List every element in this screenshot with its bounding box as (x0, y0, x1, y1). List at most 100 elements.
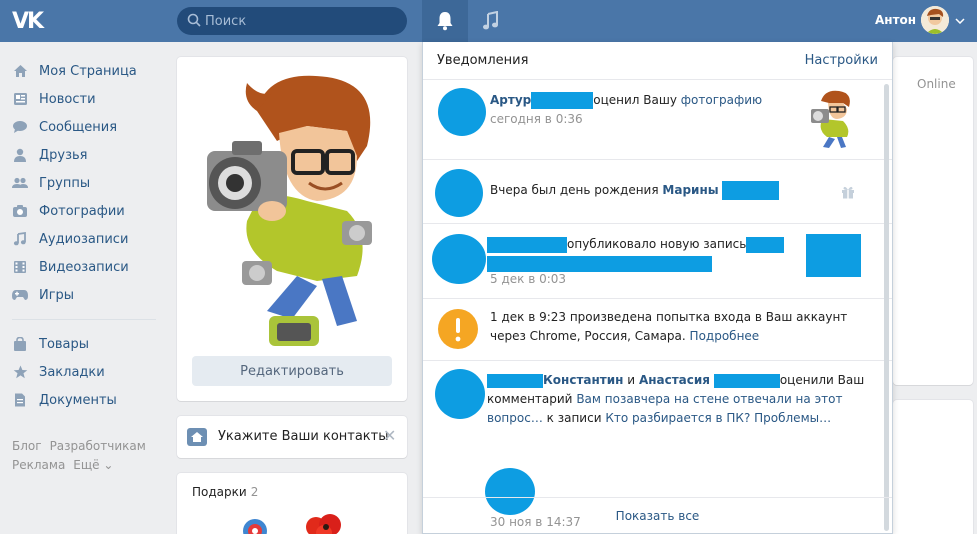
star-icon (12, 364, 28, 380)
friend-icon (12, 147, 28, 163)
redacted-name (487, 373, 543, 388)
close-icon[interactable]: ✕ (383, 426, 396, 445)
online-label[interactable]: Online (917, 77, 956, 91)
avatar[interactable] (435, 169, 483, 217)
sidebar-item-label: Закладки (39, 364, 105, 380)
photo-link[interactable]: фотографию (681, 93, 762, 107)
redacted-name (713, 373, 780, 388)
post-link[interactable]: Кто разбирается в ПК? Проблемы… (605, 411, 831, 425)
vk-logo[interactable]: VK (12, 9, 46, 34)
redacted-post-text (487, 255, 712, 272)
notification-item[interactable]: Артур оценил Вашу фотографию сегодня в 0:… (423, 80, 892, 160)
notifications-settings-link[interactable]: Настройки (805, 53, 878, 68)
sidebar-item-audio[interactable]: Аудиозаписи (0, 225, 170, 253)
notification-text: Артур оценил Вашу фотографию (490, 91, 810, 110)
user-link[interactable]: Артур (490, 93, 531, 107)
avatar[interactable] (432, 234, 486, 284)
search-box[interactable] (177, 7, 407, 35)
right-card (893, 400, 973, 534)
gift-image[interactable] (235, 513, 275, 534)
edit-profile-button[interactable]: Редактировать (192, 356, 392, 386)
ads-link[interactable]: Реклама (12, 458, 65, 472)
gifts-title[interactable]: Подарки 2 (192, 485, 258, 499)
developers-link[interactable]: Разработчикам (50, 439, 146, 453)
bell-icon (437, 12, 453, 31)
sidebar-item-groups[interactable]: Группы (0, 169, 170, 197)
post-thumbnail[interactable] (806, 234, 861, 277)
sidebar-item-documents[interactable]: Документы (0, 386, 170, 414)
notification-item[interactable]: опубликовало новую запись 5 дек в 0:03 (423, 224, 892, 299)
sidebar-item-video[interactable]: Видеозаписи (0, 253, 170, 281)
and-text: и (627, 373, 636, 387)
sidebar-item-goods[interactable]: Товары (0, 330, 170, 358)
avatar[interactable] (435, 369, 485, 419)
sidebar-footer-links: Блог Разработчикам Реклама Ещё ⌄ (12, 437, 172, 475)
user-link[interactable]: Анастасия (639, 373, 710, 387)
sidebar-item-label: Фотографии (39, 203, 125, 219)
notification-time: 5 дек в 0:03 (490, 272, 567, 286)
action-text: оценили Ваш (779, 373, 865, 387)
sidebar-item-games[interactable]: Игры (0, 281, 170, 309)
notification-time: сегодня в 0:36 (490, 112, 583, 126)
notifications-header: Уведомления Настройки (423, 42, 892, 80)
sidebar-item-label: Новости (39, 91, 96, 107)
gift-icon[interactable] (841, 185, 855, 199)
sidebar-item-label: Документы (39, 392, 117, 408)
notification-text: 1 дек в 9:23 произведена попытка входа в… (490, 308, 865, 346)
details-link[interactable]: Подробнее (690, 329, 760, 343)
notifications-button[interactable] (422, 0, 468, 42)
friends-online-card: Online (893, 57, 973, 385)
action-text: оценил Вашу (593, 93, 677, 107)
to-post-text: к записи (546, 411, 602, 425)
user-name[interactable]: Антон (875, 13, 916, 27)
camera-icon (12, 203, 28, 219)
action-text: опубликовало новую запись (567, 237, 747, 251)
sidebar-item-my-page[interactable]: Моя Страница (0, 57, 170, 85)
scrollbar[interactable] (884, 84, 889, 531)
notification-text: опубликовало новую запись (487, 235, 797, 273)
sidebar-item-messages[interactable]: Сообщения (0, 113, 170, 141)
video-icon (12, 259, 28, 275)
sidebar-item-news[interactable]: Новости (0, 85, 170, 113)
notification-item[interactable]: 1 дек в 9:23 произведена попытка входа в… (423, 299, 892, 361)
user-link[interactable]: Константин (543, 373, 623, 387)
show-all-button[interactable]: Показать все (423, 497, 892, 534)
search-input[interactable] (205, 7, 400, 35)
sidebar-item-photos[interactable]: Фотографии (0, 197, 170, 225)
sidebar-item-label: Группы (39, 175, 91, 191)
contacts-prompt-text: Укажите Ваши контакты (218, 429, 389, 444)
avatar[interactable] (438, 88, 486, 136)
music-button[interactable] (468, 0, 514, 42)
music-icon (12, 231, 28, 247)
blog-link[interactable]: Блог (12, 439, 42, 453)
profile-photo[interactable] (197, 71, 387, 351)
messages-icon (12, 119, 28, 135)
liked-photo-thumbnail[interactable] (809, 89, 855, 149)
search-icon (187, 13, 201, 27)
home-icon (187, 428, 207, 446)
contacts-prompt-card[interactable]: Укажите Ваши контакты ✕ (177, 416, 407, 458)
sidebar-item-label: Аудиозаписи (39, 231, 129, 247)
more-link[interactable]: Ещё ⌄ (73, 458, 113, 472)
avatar-image (921, 6, 949, 34)
notifications-title: Уведомления (437, 53, 529, 68)
gift-image[interactable] (302, 511, 346, 534)
notification-item[interactable]: Вчера был день рождения Марины (423, 160, 892, 224)
notification-text: Константин и Анастасия оценили Ваш комме… (487, 371, 869, 428)
sidebar-item-label: Игры (39, 287, 75, 303)
avatar[interactable] (921, 6, 949, 34)
groups-icon (12, 175, 28, 191)
gifts-card: Подарки 2 (177, 473, 407, 534)
notification-text: Вчера был день рождения Марины (490, 181, 810, 200)
user-link[interactable]: Марины (662, 183, 718, 197)
redacted-name (722, 181, 780, 200)
document-icon (12, 392, 28, 408)
sidebar-item-friends[interactable]: Друзья (0, 141, 170, 169)
chevron-down-icon[interactable] (955, 18, 965, 24)
warning-icon (438, 309, 478, 349)
sidebar-item-bookmarks[interactable]: Закладки (0, 358, 170, 386)
login-attempt-text: 1 дек в 9:23 произведена попытка входа в… (490, 310, 848, 343)
music-note-icon (483, 11, 498, 30)
notification-item[interactable]: Константин и Анастасия оценили Ваш комме… (423, 361, 892, 529)
notifications-dropdown: Уведомления Настройки Артур оценил Вашу ф… (422, 42, 893, 534)
